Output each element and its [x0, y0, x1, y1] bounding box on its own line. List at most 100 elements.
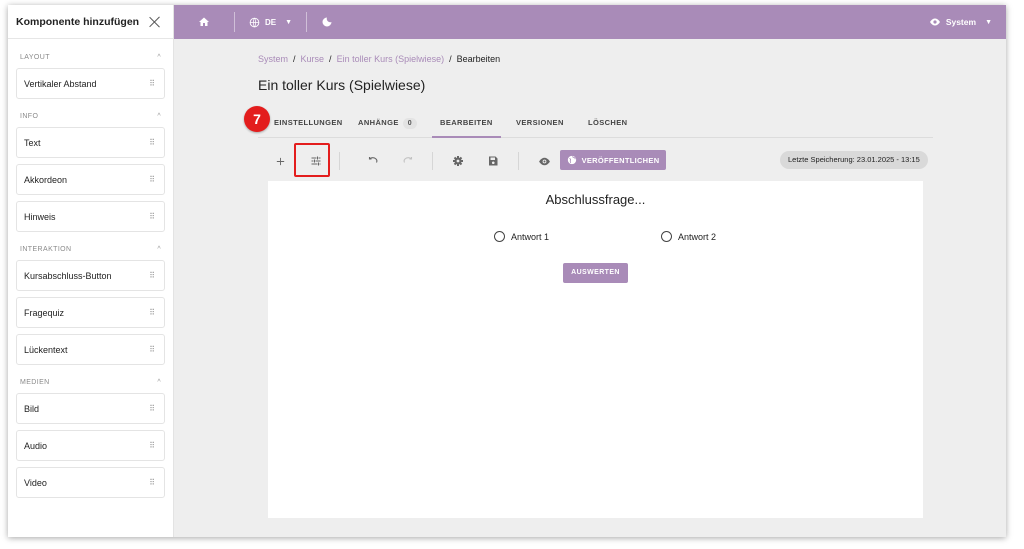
breadcrumb-item-current: Bearbeiten: [456, 54, 501, 64]
sidebar-item-label: Akkordeon: [24, 174, 68, 185]
divider: [518, 152, 519, 170]
save-icon: [489, 156, 498, 166]
divider: [339, 152, 340, 170]
sidebar-item-hinweis[interactable]: Hinweis ⠿: [16, 201, 165, 232]
breadcrumb-item-kurse[interactable]: Kurse: [301, 54, 325, 64]
sidebar-item-label: Bild: [24, 403, 40, 414]
moon-icon: [322, 17, 332, 27]
answer-label: Antwort 2: [678, 231, 717, 242]
home-icon: [199, 17, 209, 26]
drag-handle-icon[interactable]: ⠿: [149, 441, 155, 450]
breadcrumb-separator: /: [329, 54, 332, 64]
breadcrumb-separator: /: [449, 54, 452, 64]
language-label: DE: [265, 17, 277, 27]
sidebar-item-label: Fragequiz: [24, 307, 65, 318]
sidebar-item-label: Hinweis: [24, 211, 56, 222]
undo-icon: [368, 157, 378, 163]
close-icon[interactable]: [147, 14, 163, 30]
sidebar-item-text[interactable]: Text ⠿: [16, 127, 165, 158]
tab-loeschen[interactable]: LÖSCHEN: [588, 112, 627, 138]
redo-button[interactable]: [396, 147, 420, 175]
add-button[interactable]: [268, 147, 292, 175]
dark-mode-toggle[interactable]: [307, 5, 347, 39]
chevron-up-icon: ^: [157, 112, 161, 120]
sidebar-item-akkordeon[interactable]: Akkordeon ⠿: [16, 164, 165, 195]
sidebar-item-lueckentext[interactable]: Lückentext ⠿: [16, 334, 165, 365]
drag-handle-icon[interactable]: ⠿: [149, 308, 155, 317]
redo-icon: [403, 157, 413, 163]
settings-icon: [453, 156, 463, 166]
breadcrumb-separator: /: [293, 54, 296, 64]
eye-icon: [929, 18, 940, 26]
caret-down-icon: ▼: [985, 18, 992, 26]
preview-button[interactable]: [532, 147, 556, 175]
answer-label: Antwort 1: [511, 231, 550, 242]
section-header-medien[interactable]: MEDIEN ^: [8, 371, 173, 393]
sidebar-title: Komponente hinzufügen: [16, 15, 140, 28]
sidebar-item-audio[interactable]: Audio ⠿: [16, 430, 165, 461]
section-label: MEDIEN: [20, 378, 50, 386]
step-number-badge: 7: [244, 106, 270, 132]
section-label: LAYOUT: [20, 53, 50, 61]
section-header-interaktion[interactable]: INTERAKTION ^: [8, 238, 173, 260]
home-button[interactable]: [174, 5, 234, 39]
sidebar-item-label: Kursabschluss-Button: [24, 270, 112, 281]
globe-icon: [249, 17, 260, 27]
component-sidebar: Komponente hinzufügen LAYOUT ^ Vertikale…: [8, 5, 174, 537]
language-select[interactable]: DE ▼: [235, 5, 306, 39]
sidebar-item-video[interactable]: Video ⠿: [16, 467, 165, 498]
publish-label: VERÖFFENTLICHEN: [581, 155, 660, 165]
quiz-question: Abschlussfrage...: [545, 192, 646, 207]
globe-icon: [567, 155, 576, 165]
sidebar-item-label: Lückentext: [24, 344, 68, 355]
top-app-bar: DE ▼ System ▼: [174, 5, 1006, 39]
settings-button[interactable]: [446, 147, 470, 175]
drag-handle-icon[interactable]: ⠿: [149, 175, 155, 184]
sidebar-item-vertikaler-abstand[interactable]: Vertikaler Abstand ⠿: [16, 68, 165, 99]
section-label: INFO: [20, 112, 39, 120]
user-menu[interactable]: System ▼: [929, 5, 1006, 39]
tab-bearbeiten[interactable]: BEARBEITEN: [432, 112, 501, 138]
sidebar-item-bild[interactable]: Bild ⠿: [16, 393, 165, 424]
section-header-info[interactable]: INFO ^: [8, 105, 173, 127]
drag-handle-icon[interactable]: ⠿: [149, 138, 155, 147]
answer-option-2[interactable]: Antwort 2: [661, 231, 716, 242]
section-header-layout[interactable]: LAYOUT ^: [8, 46, 173, 68]
app-window: Komponente hinzufügen LAYOUT ^ Vertikale…: [8, 5, 1006, 537]
evaluate-button[interactable]: AUSWERTEN: [563, 263, 628, 283]
radio-icon[interactable]: [494, 231, 505, 242]
drag-handle-icon[interactable]: ⠿: [149, 79, 155, 88]
answer-option-1[interactable]: Antwort 1: [494, 231, 549, 242]
drag-handle-icon[interactable]: ⠿: [149, 404, 155, 413]
breadcrumb-item-course[interactable]: Ein toller Kurs (Spielwiese): [337, 54, 445, 64]
sidebar-item-kursabschluss-button[interactable]: Kursabschluss-Button ⠿: [16, 260, 165, 291]
drag-handle-icon[interactable]: ⠿: [149, 478, 155, 487]
divider: [432, 152, 433, 170]
publish-button[interactable]: VERÖFFENTLICHEN: [560, 150, 666, 170]
add-icon: [276, 157, 284, 165]
chevron-up-icon: ^: [157, 245, 161, 253]
drag-handle-icon[interactable]: ⠿: [149, 271, 155, 280]
tab-bar: EINSTELLUNGEN ANHÄNGE 0 BEARBEITEN VERSIO…: [258, 112, 933, 138]
undo-button[interactable]: [361, 147, 385, 175]
sidebar-item-fragequiz[interactable]: Fragequiz ⠿: [16, 297, 165, 328]
editor-canvas[interactable]: Abschlussfrage... Antwort 1 Antwort 2 AU…: [268, 181, 923, 518]
breadcrumb-item-system[interactable]: System: [258, 54, 288, 64]
drag-handle-icon[interactable]: ⠿: [149, 345, 155, 354]
sidebar-item-label: Vertikaler Abstand: [24, 78, 97, 89]
sidebar-header: Komponente hinzufügen: [8, 5, 173, 39]
attachments-count-badge: 0: [402, 118, 418, 129]
sidebar-item-label: Audio: [24, 440, 48, 451]
chevron-up-icon: ^: [157, 378, 161, 386]
sidebar-item-label: Video: [24, 477, 47, 488]
tune-icon: [311, 156, 321, 166]
tab-einstellungen[interactable]: EINSTELLUNGEN: [274, 112, 343, 138]
component-settings-button[interactable]: [304, 147, 328, 175]
radio-icon[interactable]: [661, 231, 672, 242]
save-button[interactable]: [481, 147, 505, 175]
preview-eye-icon: [538, 157, 550, 165]
chevron-up-icon: ^: [157, 53, 161, 61]
drag-handle-icon[interactable]: ⠿: [149, 212, 155, 221]
tab-versionen[interactable]: VERSIONEN: [516, 112, 564, 138]
tab-anhaenge[interactable]: ANHÄNGE 0: [358, 112, 418, 138]
